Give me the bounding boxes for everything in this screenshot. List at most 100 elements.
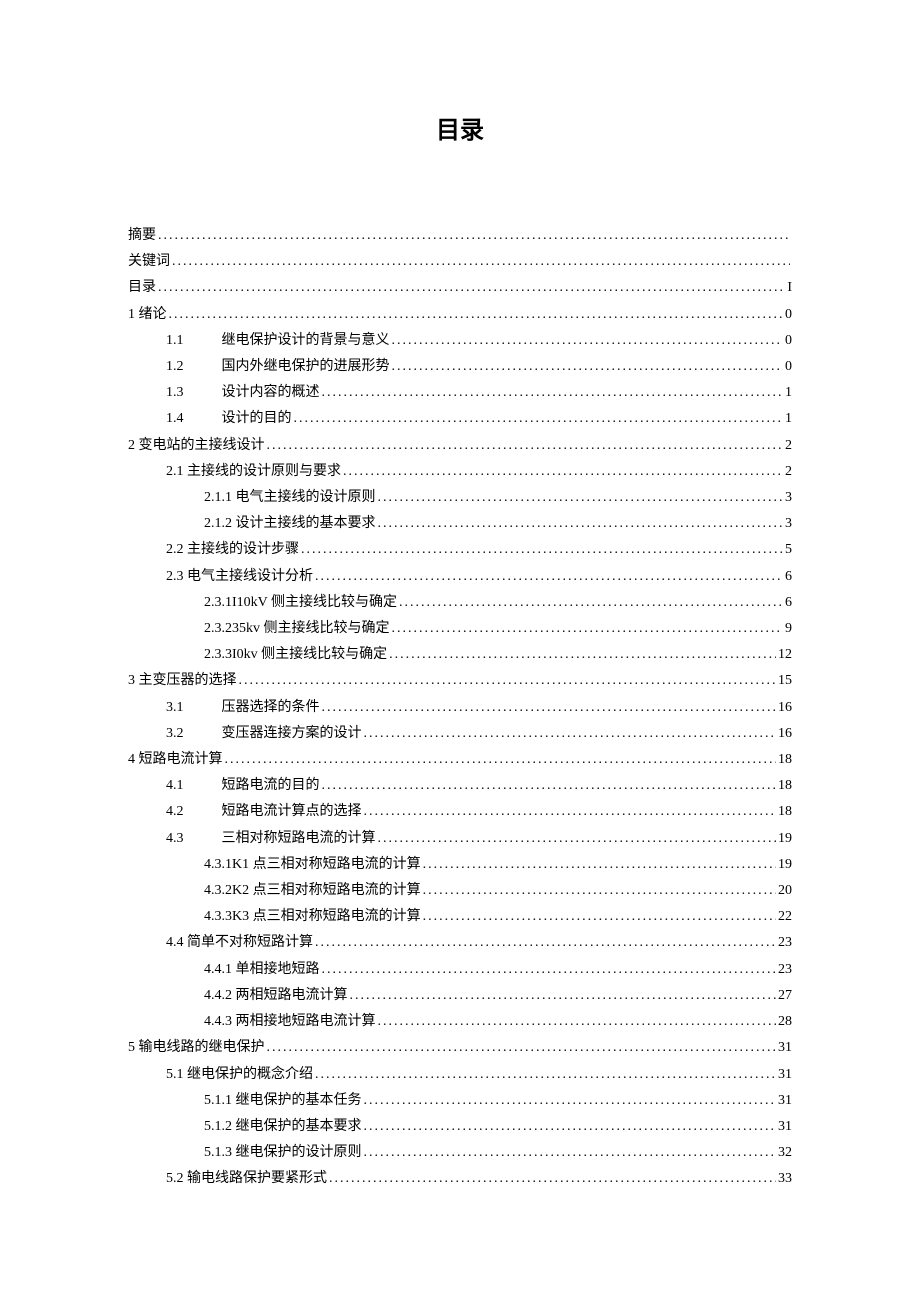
toc-text: 压器选择的条件 bbox=[222, 695, 320, 721]
toc-page-number: 2 bbox=[785, 433, 792, 459]
toc-label: 4.1 bbox=[166, 773, 184, 799]
toc-label: 4.4.2 两相短路电流计算 bbox=[204, 983, 348, 1009]
toc-label: 1 绪论 bbox=[128, 302, 167, 328]
toc-label: 4 短路电流计算 bbox=[128, 747, 223, 773]
toc-entry: 5.1.3 继电保护的设计原则 32 bbox=[128, 1140, 792, 1166]
toc-page-number: 18 bbox=[778, 773, 792, 799]
toc-leader-dots bbox=[423, 878, 776, 904]
toc-page-number: 16 bbox=[778, 695, 792, 721]
toc-leader-dots bbox=[392, 328, 784, 354]
toc-page-number: 28 bbox=[778, 1009, 792, 1035]
toc-leader-dots bbox=[322, 695, 777, 721]
toc-leader-dots bbox=[378, 1009, 777, 1035]
toc-label: 5.1.2 继电保护的基本要求 bbox=[204, 1114, 362, 1140]
toc-leader-dots bbox=[329, 1166, 776, 1192]
toc-entry: 2.1 主接线的设计原则与要求2 bbox=[128, 459, 792, 485]
toc-entry: 4.3三相对称短路电流的计算19 bbox=[128, 826, 792, 852]
toc-text: 继电保护设计的背景与意义 bbox=[222, 328, 390, 354]
toc-label: 4.3 bbox=[166, 826, 184, 852]
toc-leader-dots bbox=[392, 616, 784, 642]
toc-leader-dots bbox=[389, 642, 776, 668]
toc-leader-dots bbox=[239, 668, 777, 694]
toc-page-number: 12 bbox=[778, 642, 792, 668]
toc-page-number: 22 bbox=[778, 904, 792, 930]
toc-page-number: 23 bbox=[778, 930, 792, 956]
toc-label: 4.3.2K2 点三相对称短路电流的计算 bbox=[204, 878, 421, 904]
toc-page-number: 5 bbox=[785, 537, 792, 563]
toc-text: 国内外继电保护的进展形势 bbox=[222, 354, 390, 380]
toc-entry: 1.4设计的目的1 bbox=[128, 406, 792, 432]
toc-page-number: 0 bbox=[785, 302, 792, 328]
toc-label: 5.1.3 继电保护的设计原则 bbox=[204, 1140, 362, 1166]
toc-page-number: 31 bbox=[778, 1062, 792, 1088]
toc-label: 2.3 电气主接线设计分析 bbox=[166, 564, 313, 590]
toc-leader-dots bbox=[158, 275, 785, 301]
toc-label: 1.2 bbox=[166, 354, 184, 380]
toc-leader-dots bbox=[423, 852, 776, 878]
toc-entry: 4.1短路电流的目的18 bbox=[128, 773, 792, 799]
toc-label: 4.2 bbox=[166, 799, 184, 825]
toc-entry: 1 绪论 0 bbox=[128, 302, 792, 328]
toc-entry: 2.3 电气主接线设计分析6 bbox=[128, 564, 792, 590]
toc-page-number: 23 bbox=[778, 957, 792, 983]
toc-entry: 1.1继电保护设计的背景与意义0 bbox=[128, 328, 792, 354]
toc-label: 3 主变压器的选择 bbox=[128, 668, 237, 694]
toc-entry: 1.3设计内容的概述1 bbox=[128, 380, 792, 406]
toc-entry: 4.4.2 两相短路电流计算 27 bbox=[128, 983, 792, 1009]
toc-text: 设计的目的 bbox=[222, 406, 292, 432]
toc-leader-dots bbox=[172, 249, 790, 275]
toc-entry: 4.2 短路电流计算点的选择 18 bbox=[128, 799, 792, 825]
toc-entry: 4.4.1 单相接地短路 23 bbox=[128, 957, 792, 983]
toc-label: 2.1.2 设计主接线的基本要求 bbox=[204, 511, 376, 537]
toc-page-number: 20 bbox=[778, 878, 792, 904]
toc-leader-dots bbox=[158, 223, 790, 249]
toc-page-number: 0 bbox=[785, 354, 792, 380]
toc-label: 2.3.235kv 侧主接线比较与确定 bbox=[204, 616, 390, 642]
toc-leader-dots bbox=[315, 930, 776, 956]
toc-page-number: 3 bbox=[785, 511, 792, 537]
toc-entry: 2.3.1I10kV 侧主接线比较与确定6 bbox=[128, 590, 792, 616]
toc-entry: 4.4.3 两相接地短路电流计算 28 bbox=[128, 1009, 792, 1035]
toc-label: 5 输电线路的继电保护 bbox=[128, 1035, 265, 1061]
toc-page-number: 15 bbox=[778, 668, 792, 694]
toc-page-number: 19 bbox=[778, 852, 792, 878]
toc-entry: 4.3.1K1 点三相对称短路电流的计算 19 bbox=[128, 852, 792, 878]
toc-page-number: 18 bbox=[778, 799, 792, 825]
toc-leader-dots bbox=[364, 1088, 777, 1114]
toc-leader-dots bbox=[364, 1140, 777, 1166]
toc-label: 4.3.1K1 点三相对称短路电流的计算 bbox=[204, 852, 421, 878]
toc-label: 1.3 bbox=[166, 380, 184, 406]
toc-page-number: 19 bbox=[778, 826, 792, 852]
toc-entry: 关键词 bbox=[128, 249, 792, 275]
toc-label: 4.4.1 单相接地短路 bbox=[204, 957, 320, 983]
toc-entry: 目录I bbox=[128, 275, 792, 301]
toc-label: 2.3.1I10kV 侧主接线比较与确定 bbox=[204, 590, 397, 616]
toc-leader-dots bbox=[364, 799, 777, 825]
toc-entry: 2.1.1 电气主接线的设计原则3 bbox=[128, 485, 792, 511]
toc-label: 4.4.3 两相接地短路电流计算 bbox=[204, 1009, 376, 1035]
toc-entry: 3.1压器选择的条件16 bbox=[128, 695, 792, 721]
toc-page-number: I bbox=[787, 275, 792, 301]
page-title: 目录 bbox=[128, 110, 792, 145]
toc-label: 1.4 bbox=[166, 406, 184, 432]
toc-page-number: 31 bbox=[778, 1035, 792, 1061]
toc-leader-dots bbox=[169, 302, 784, 328]
toc-page-number: 9 bbox=[785, 616, 792, 642]
toc-text: 短路电流计算点的选择 bbox=[222, 799, 362, 825]
toc-entry: 2.2 主接线的设计步骤 5 bbox=[128, 537, 792, 563]
toc-leader-dots bbox=[315, 564, 783, 590]
toc-page-number: 32 bbox=[778, 1140, 792, 1166]
toc-page-number: 16 bbox=[778, 721, 792, 747]
toc-leader-dots bbox=[364, 721, 777, 747]
toc-label: 2.1.1 电气主接线的设计原则 bbox=[204, 485, 376, 511]
toc-page-number: 0 bbox=[785, 328, 792, 354]
toc-entry: 3.2变压器连接方案的设计16 bbox=[128, 721, 792, 747]
toc-leader-dots bbox=[267, 433, 784, 459]
toc-page-number: 31 bbox=[778, 1114, 792, 1140]
toc-label: 2.2 主接线的设计步骤 bbox=[166, 537, 299, 563]
toc-page-number: 27 bbox=[778, 983, 792, 1009]
table-of-contents: 摘要关键词目录I1 绪论01.1继电保护设计的背景与意义01.2国内外继电保护的… bbox=[128, 223, 792, 1193]
toc-entry: 摘要 bbox=[128, 223, 792, 249]
toc-entry: 3 主变压器的选择 15 bbox=[128, 668, 792, 694]
toc-entry: 4 短路电流计算18 bbox=[128, 747, 792, 773]
